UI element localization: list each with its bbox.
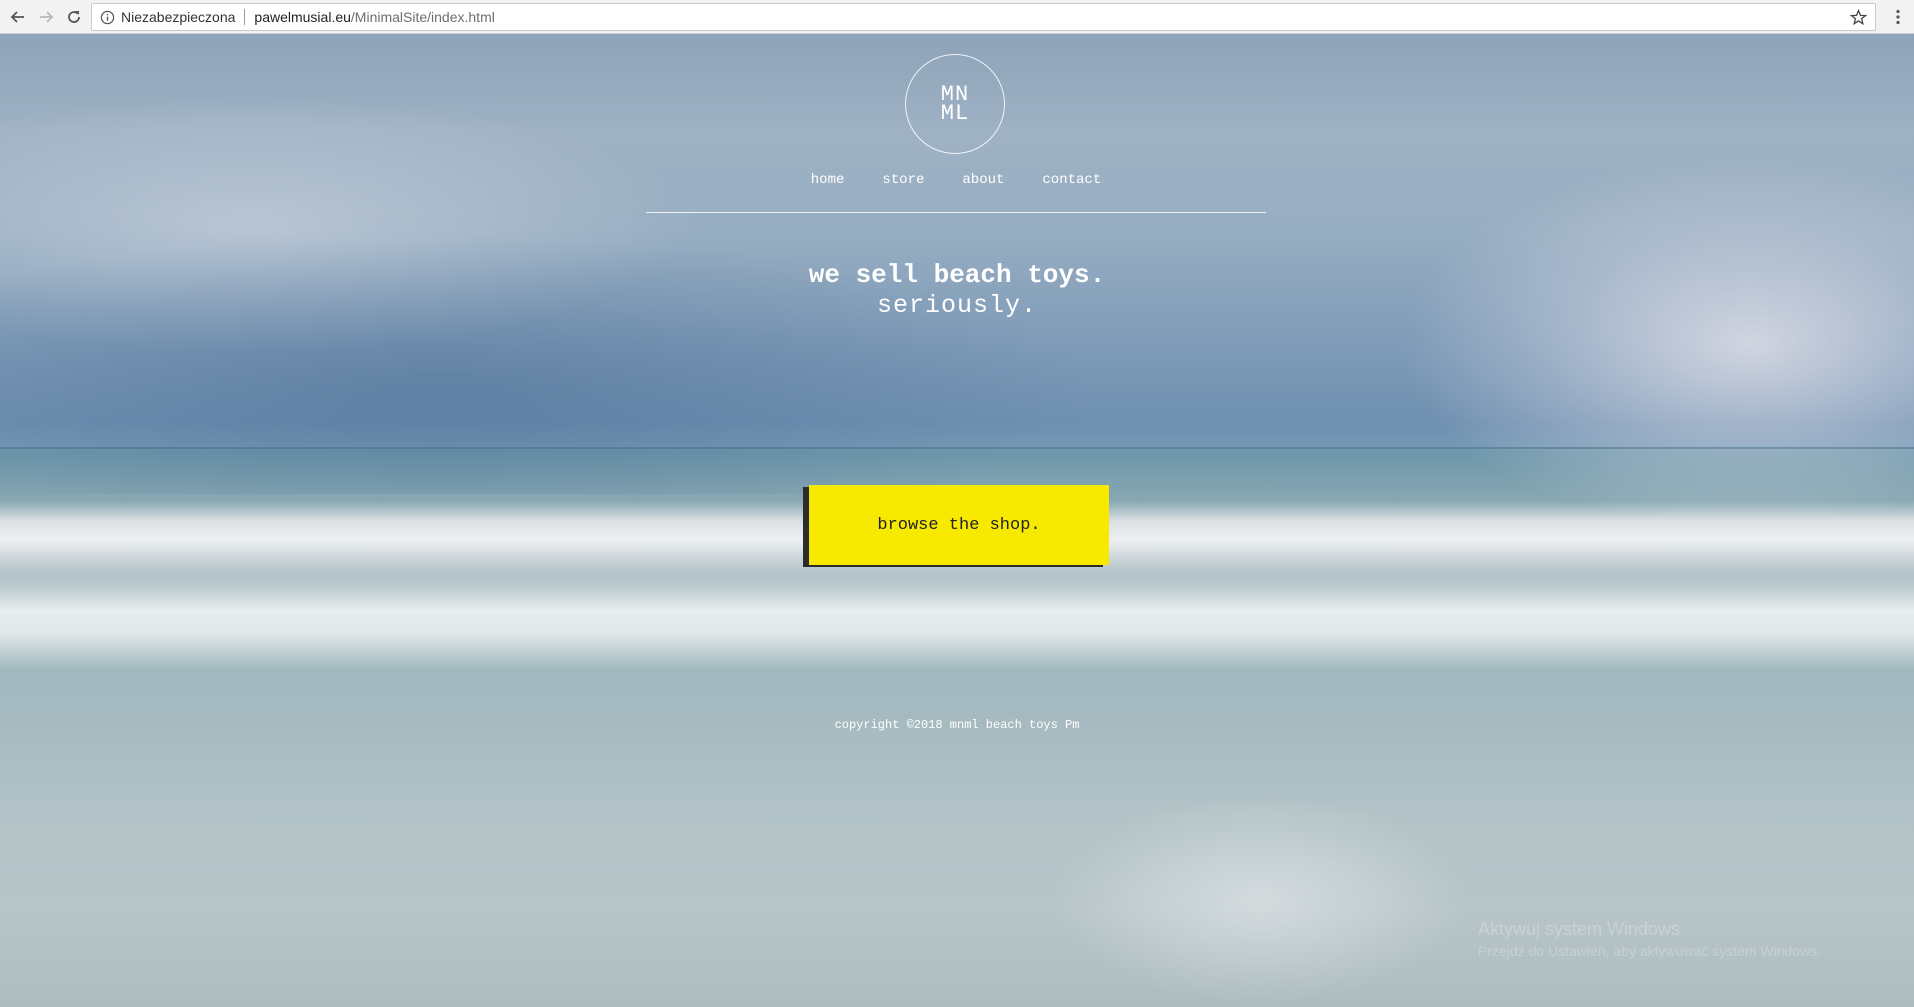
nav-divider <box>646 212 1266 213</box>
menu-icon[interactable] <box>1888 7 1908 27</box>
reload-icon <box>68 11 80 23</box>
page-viewport: MN ML home store about contact we sell b… <box>0 34 1914 1007</box>
logo-line-2: ML <box>940 101 970 126</box>
watermark-title: Aktywuj system Windows <box>1478 919 1681 939</box>
hero-headline: we sell beach toys. <box>808 260 1106 290</box>
hero-subline: seriously. <box>876 291 1038 320</box>
security-label: Niezabezpieczona <box>121 9 236 25</box>
nav-link-home[interactable]: home <box>811 172 845 208</box>
forward-icon <box>40 11 54 23</box>
info-icon[interactable] <box>100 10 115 25</box>
address-bar[interactable]: Niezabezpieczona pawelmusial.eu/MinimalS… <box>91 3 1876 31</box>
back-icon <box>10 11 24 23</box>
forward-button[interactable] <box>34 5 58 29</box>
star-icon[interactable] <box>1849 8 1868 26</box>
nav-link-contact[interactable]: contact <box>1042 172 1101 208</box>
windows-activation-watermark: Aktywuj system Windows Przejdź do Ustawi… <box>1478 918 1898 962</box>
copyright-text: copyright ©2018 mnml beach toys Pm <box>834 718 1080 732</box>
nav-link-store[interactable]: store <box>882 172 924 208</box>
background-horizon <box>0 447 1914 449</box>
background-cloud-glow <box>1400 154 1914 534</box>
browser-toolbar: Niezabezpieczona pawelmusial.eu/MinimalS… <box>0 0 1914 34</box>
reload-button[interactable] <box>62 5 86 29</box>
background-foam <box>1050 794 1470 1004</box>
nav-link-about[interactable]: about <box>962 172 1004 208</box>
watermark-subtitle: Przejdź do Ustawień, aby aktywować syste… <box>1478 943 1822 959</box>
browse-shop-button[interactable]: browse the shop. <box>809 485 1109 565</box>
url-path: /MinimalSite/index.html <box>350 9 495 25</box>
site-logo[interactable]: MN ML <box>905 54 1005 154</box>
back-button[interactable] <box>6 5 30 29</box>
main-nav: home store about contact <box>646 172 1266 208</box>
background-surf <box>0 579 1914 669</box>
url-host: pawelmusial.eu <box>254 9 351 25</box>
divider <box>244 9 246 25</box>
